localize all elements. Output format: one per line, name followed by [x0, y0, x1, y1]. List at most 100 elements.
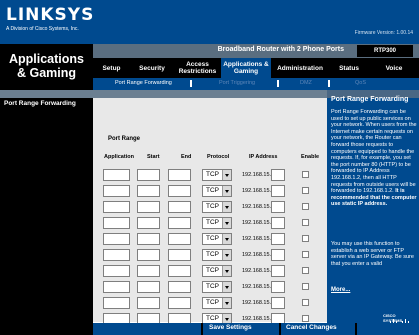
chevron-down-icon[interactable]	[222, 266, 231, 276]
protocol-value: TCP	[206, 299, 219, 306]
main-band	[93, 90, 327, 98]
tab-setup[interactable]: Setup	[93, 58, 130, 78]
application-input[interactable]	[103, 185, 130, 197]
end-port-input[interactable]	[168, 297, 191, 309]
start-port-input[interactable]	[137, 249, 160, 261]
col-header-ip-address: IP Address	[249, 154, 278, 160]
protocol-select[interactable]: TCP	[202, 249, 232, 261]
chevron-down-icon[interactable]	[222, 186, 231, 196]
ip-last-octet-input[interactable]	[271, 201, 285, 213]
protocol-value: TCP	[206, 171, 219, 178]
start-port-input[interactable]	[137, 185, 160, 197]
start-port-input[interactable]	[137, 297, 160, 309]
col-header-application: Application	[104, 154, 134, 160]
end-port-input[interactable]	[168, 185, 191, 197]
protocol-value: TCP	[206, 187, 219, 194]
ip-prefix-label: 192.168.15.	[242, 252, 272, 258]
protocol-select[interactable]: TCP	[202, 217, 232, 229]
tab-voice[interactable]: Voice	[369, 58, 419, 78]
enable-checkbox[interactable]	[302, 251, 309, 258]
application-input[interactable]	[103, 233, 130, 245]
enable-checkbox[interactable]	[302, 187, 309, 194]
protocol-select[interactable]: TCP	[202, 297, 232, 309]
tab-status[interactable]: Status	[329, 58, 369, 78]
tab-access-restrictions[interactable]: Access Restrictions	[174, 58, 221, 78]
ip-last-octet-input[interactable]	[271, 297, 285, 309]
tab-applications-gaming[interactable]: Applications & Gaming	[221, 58, 271, 78]
left-band	[0, 90, 93, 98]
application-input[interactable]	[103, 297, 130, 309]
protocol-select[interactable]: TCP	[202, 233, 232, 245]
ip-last-octet-input[interactable]	[271, 265, 285, 277]
button-separator	[279, 323, 281, 335]
application-input[interactable]	[103, 281, 130, 293]
application-input[interactable]	[103, 265, 130, 277]
ip-last-octet-input[interactable]	[271, 217, 285, 229]
ip-last-octet-input[interactable]	[271, 249, 285, 261]
end-port-input[interactable]	[168, 249, 191, 261]
chevron-down-icon[interactable]	[222, 202, 231, 212]
start-port-input[interactable]	[137, 233, 160, 245]
more-link[interactable]: More...	[331, 287, 350, 293]
subtab-separator	[190, 80, 192, 87]
application-input[interactable]	[103, 217, 130, 229]
protocol-value: TCP	[206, 267, 219, 274]
tab-security[interactable]: Security	[130, 58, 174, 78]
col-header-protocol: Protocol	[207, 154, 230, 160]
ip-prefix-label: 192.168.15.	[242, 300, 272, 306]
end-port-input[interactable]	[168, 217, 191, 229]
linksys-logo: LINKSYS	[6, 5, 95, 25]
ip-last-octet-input[interactable]	[271, 169, 285, 181]
enable-checkbox[interactable]	[302, 283, 309, 290]
protocol-select[interactable]: TCP	[202, 201, 232, 213]
chevron-down-icon[interactable]	[222, 170, 231, 180]
ip-last-octet-input[interactable]	[271, 233, 285, 245]
col-header-start: Start	[147, 154, 160, 160]
logo-subtitle: A Division of Cisco Systems, Inc.	[6, 26, 79, 32]
tab-administration[interactable]: Administration	[271, 58, 329, 78]
cancel-changes-button[interactable]: Cancel Changes	[286, 324, 337, 334]
save-settings-button[interactable]: Save Settings	[209, 324, 252, 334]
section-title-cell: Applications & Gaming	[0, 44, 93, 90]
enable-checkbox[interactable]	[302, 219, 309, 226]
start-port-input[interactable]	[137, 217, 160, 229]
protocol-select[interactable]: TCP	[202, 169, 232, 181]
help-text-2: You may use this function to establish a…	[331, 241, 414, 267]
table-row: TCP 192.168.15.	[93, 169, 327, 182]
start-port-input[interactable]	[137, 265, 160, 277]
chevron-down-icon[interactable]	[222, 218, 231, 228]
end-port-input[interactable]	[168, 265, 191, 277]
protocol-select[interactable]: TCP	[202, 185, 232, 197]
firmware-version: Firmware Version: 1.00.14	[354, 30, 413, 36]
enable-checkbox[interactable]	[302, 171, 309, 178]
protocol-select[interactable]: TCP	[202, 281, 232, 293]
start-port-input[interactable]	[137, 281, 160, 293]
subtab-port-range-forwarding[interactable]: Port Range Forwarding	[115, 80, 172, 86]
end-port-input[interactable]	[168, 201, 191, 213]
enable-checkbox[interactable]	[302, 267, 309, 274]
table-row: TCP 192.168.15.	[93, 249, 327, 262]
chevron-down-icon[interactable]	[222, 250, 231, 260]
subtab-qos[interactable]: QoS	[355, 80, 366, 86]
protocol-select[interactable]: TCP	[202, 265, 232, 277]
application-input[interactable]	[103, 249, 130, 261]
end-port-input[interactable]	[168, 169, 191, 181]
subtab-port-triggering[interactable]: Port Triggering	[219, 80, 255, 86]
chevron-down-icon[interactable]	[222, 234, 231, 244]
ip-last-octet-input[interactable]	[271, 185, 285, 197]
application-input[interactable]	[103, 169, 130, 181]
start-port-input[interactable]	[137, 201, 160, 213]
chevron-down-icon[interactable]	[222, 282, 231, 292]
enable-checkbox[interactable]	[302, 203, 309, 210]
enable-checkbox[interactable]	[302, 235, 309, 242]
ip-prefix-label: 192.168.15.	[242, 188, 272, 194]
enable-checkbox[interactable]	[302, 315, 309, 322]
application-input[interactable]	[103, 201, 130, 213]
start-port-input[interactable]	[137, 169, 160, 181]
end-port-input[interactable]	[168, 233, 191, 245]
chevron-down-icon[interactable]	[222, 298, 231, 308]
end-port-input[interactable]	[168, 281, 191, 293]
ip-last-octet-input[interactable]	[271, 281, 285, 293]
enable-checkbox[interactable]	[302, 299, 309, 306]
subtab-dmz[interactable]: DMZ	[300, 80, 312, 86]
